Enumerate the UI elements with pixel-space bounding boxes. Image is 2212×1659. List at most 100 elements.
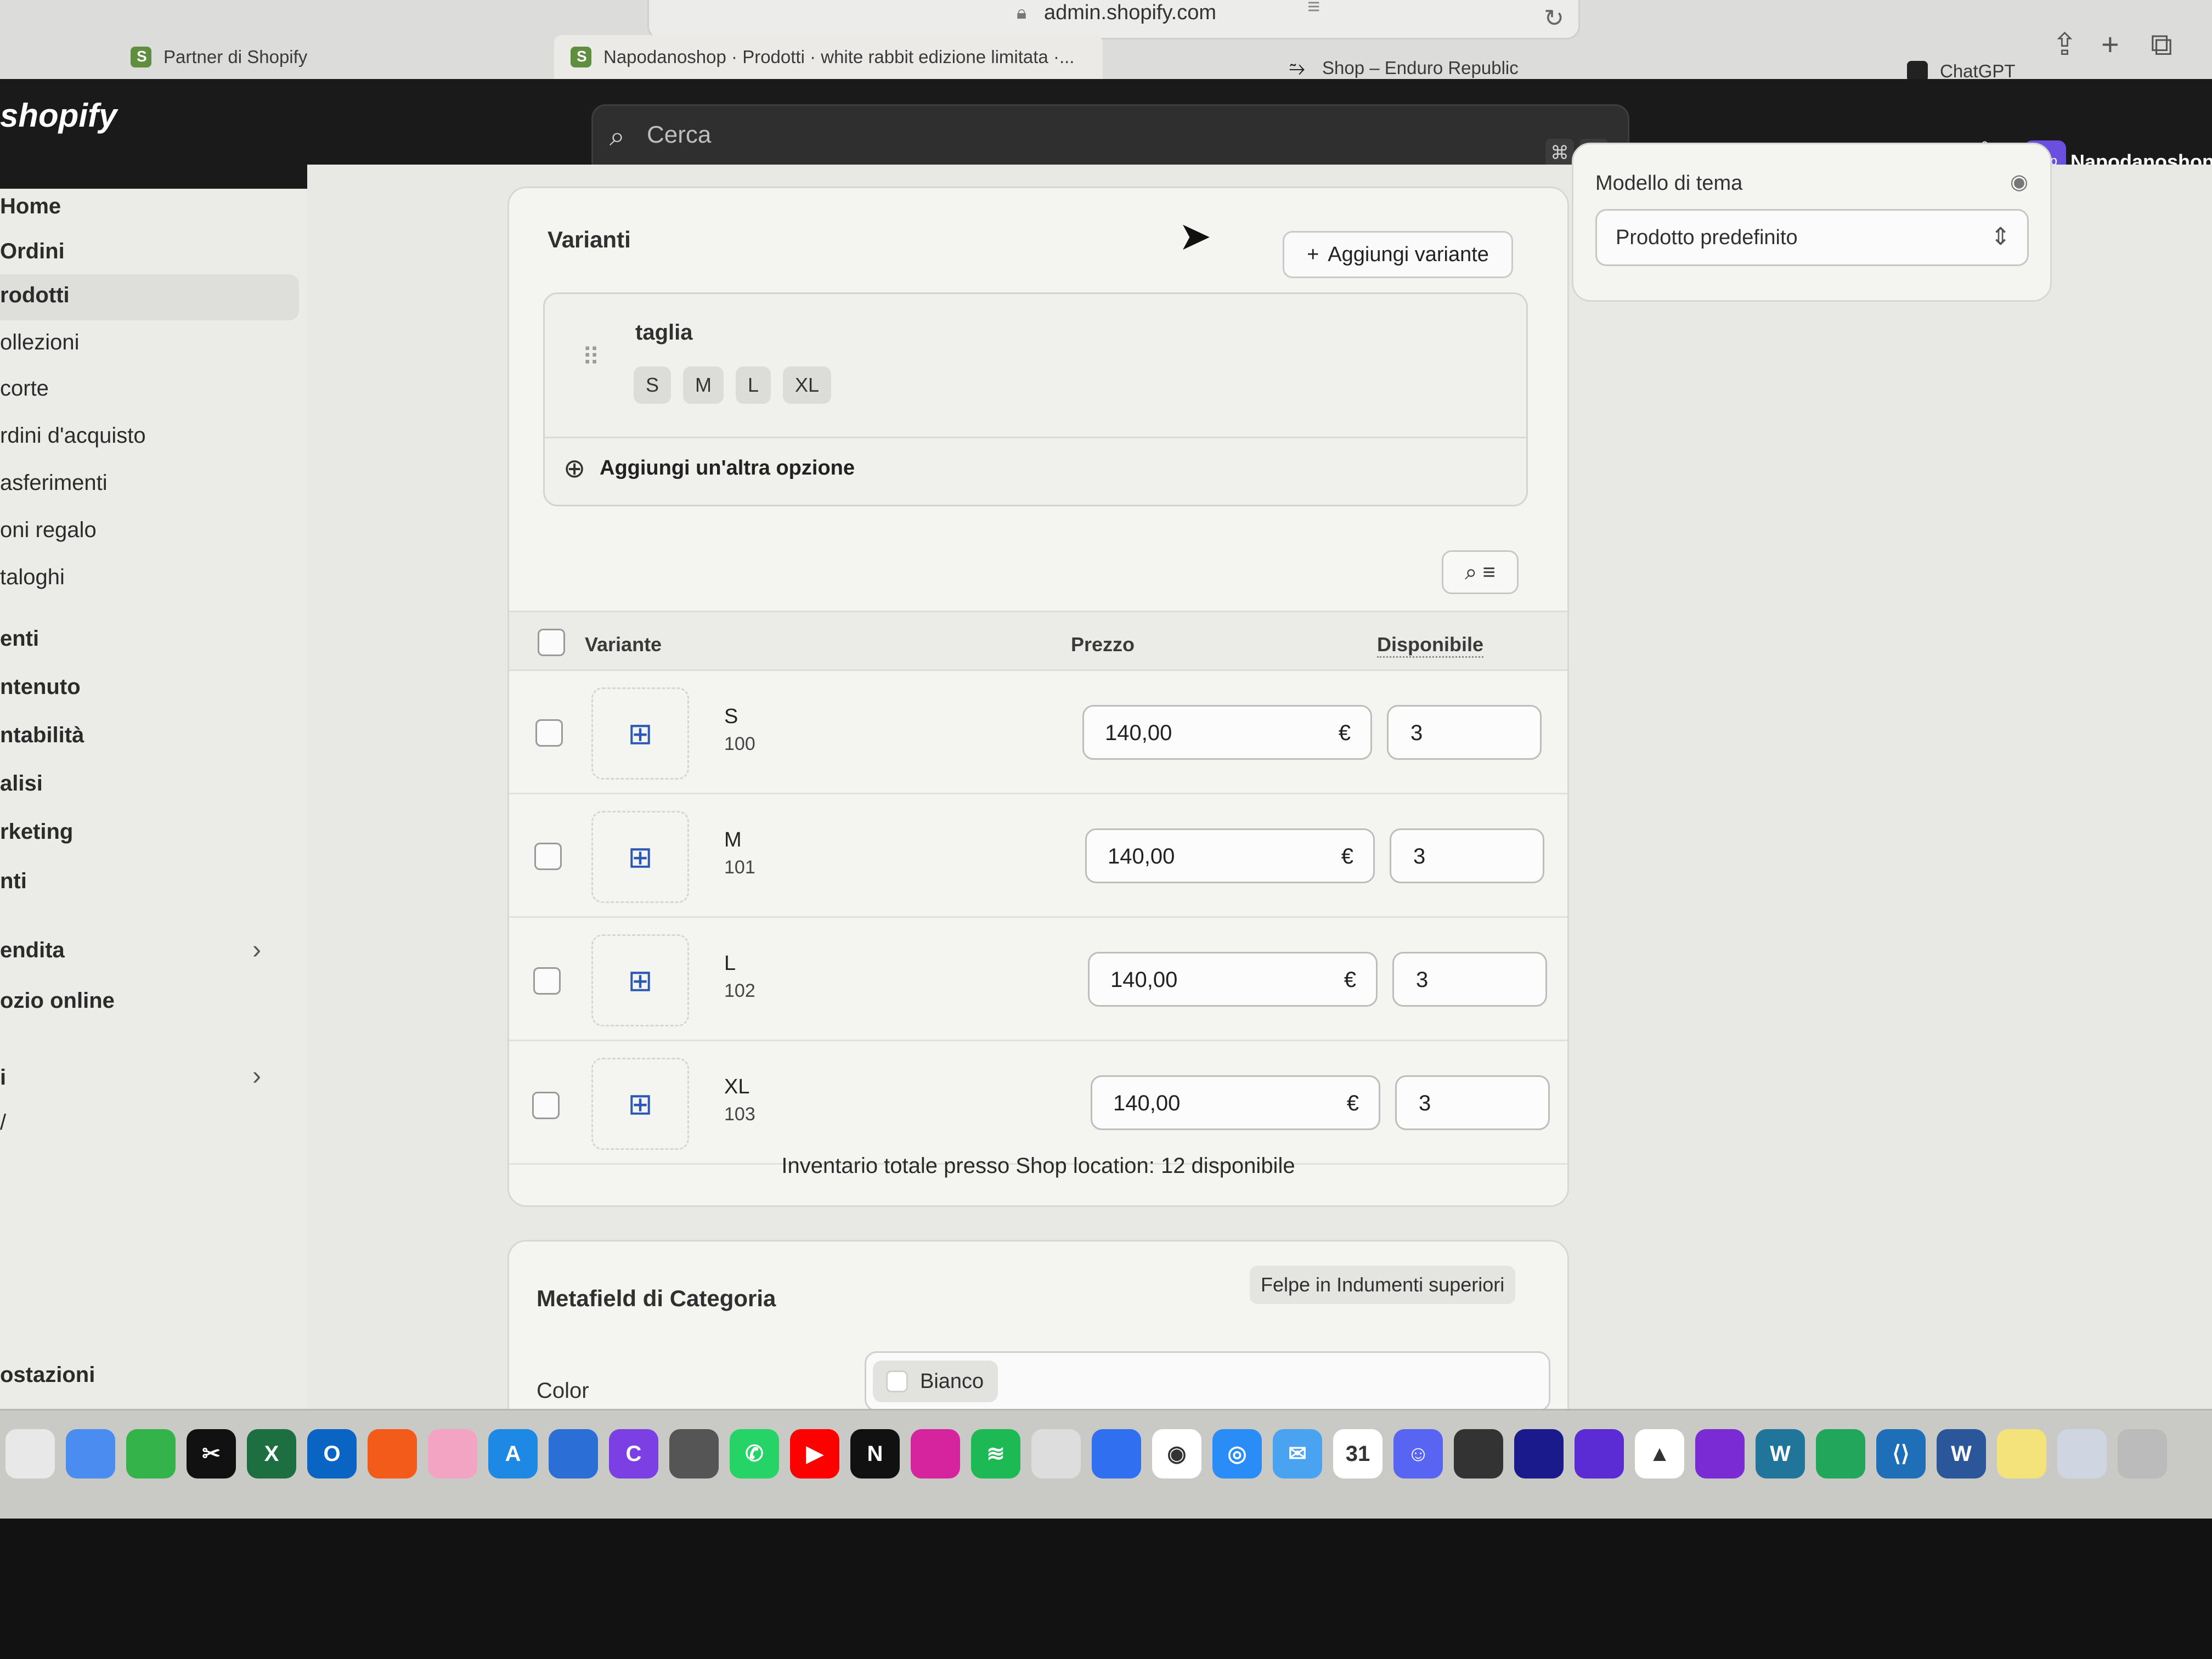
sidebar-item-home[interactable]: Home [0, 194, 61, 219]
sidebar-item-products[interactable]: rodotti [0, 274, 299, 320]
variant-name[interactable]: L [724, 952, 736, 975]
affinity-2-icon[interactable] [1695, 1429, 1745, 1479]
sidebar-item-sales-channels[interactable]: endita [0, 938, 65, 963]
webflow-icon[interactable] [1514, 1429, 1564, 1479]
variant-option[interactable]: ⠿ taglia S M L XL ⊕ Aggiungi un'altra op… [543, 292, 1528, 506]
add-image-icon[interactable]: ⊞ [591, 1058, 689, 1150]
app-store-icon[interactable]: A [488, 1429, 538, 1479]
shopify-logo[interactable]: shopify [0, 97, 117, 134]
theme-template-select[interactable]: Prodotto predefinito ⇕ [1595, 209, 2029, 266]
notion-icon[interactable] [1031, 1429, 1081, 1479]
table-row[interactable]: ⊞ S 100 140,00 € 3 [509, 671, 1567, 794]
table-row[interactable]: ⊞ XL 103 140,00 € 3 [509, 1041, 1567, 1165]
sidebar-item-catalogs[interactable]: taloghi [0, 565, 65, 590]
quantity-field[interactable]: 3 [1395, 1075, 1550, 1130]
notes-icon[interactable] [1997, 1429, 2046, 1479]
sidebar-item-collections[interactable]: ollezioni [0, 330, 80, 355]
quantity-field[interactable]: 3 [1392, 952, 1547, 1007]
keynote-icon[interactable] [549, 1429, 598, 1479]
sidebar-item-online-store[interactable]: ozio online [0, 989, 115, 1013]
capcut-icon[interactable]: ✂ [187, 1429, 236, 1479]
search-filter-button[interactable]: ⌕ ≡ [1442, 550, 1519, 594]
tab-partner[interactable]: Partner di Shopify [131, 35, 526, 79]
netflix-icon[interactable]: N [850, 1429, 900, 1479]
table-row[interactable]: ⊞ M 101 140,00 € 3 [509, 794, 1567, 918]
canva-icon[interactable]: C [609, 1429, 658, 1479]
sidebar-item-orders[interactable]: Ordini [0, 239, 65, 264]
variant-name[interactable]: M [724, 828, 742, 852]
sidebar-item-settings[interactable]: ostazioni [0, 1363, 95, 1387]
add-option-link[interactable]: Aggiungi un'altra opzione [600, 456, 855, 480]
outlook-icon[interactable]: O [307, 1429, 357, 1479]
price-field[interactable]: 140,00 € [1085, 828, 1375, 883]
drag-handle-icon[interactable]: ⠿ [582, 343, 600, 371]
color-value-chip[interactable]: Bianco [873, 1361, 998, 1402]
pages-icon[interactable] [1092, 1429, 1141, 1479]
vpn-icon[interactable] [1816, 1429, 1865, 1479]
row-checkbox[interactable] [535, 719, 563, 747]
chevron-right-icon[interactable]: › [252, 1061, 261, 1091]
plus-circle-icon[interactable]: ⊕ [563, 453, 585, 484]
reload-icon[interactable]: ↻ [1544, 4, 1564, 32]
sidebar-item-inventory[interactable]: corte [0, 376, 49, 401]
row-checkbox[interactable] [532, 1092, 560, 1119]
sidebar-item-gift-cards[interactable]: oni regalo [0, 518, 97, 543]
affinity-icon[interactable] [1575, 1429, 1624, 1479]
variant-name[interactable]: S [724, 705, 738, 729]
quantity-field[interactable]: 3 [1390, 828, 1544, 883]
row-checkbox[interactable] [533, 967, 561, 995]
discord-icon[interactable]: ☺ [1393, 1429, 1443, 1479]
spotify-icon[interactable]: ≋ [971, 1429, 1020, 1479]
eye-icon[interactable]: ◉ [2010, 170, 2028, 194]
youtube-icon[interactable]: ▶ [790, 1429, 839, 1479]
firefox-icon[interactable] [368, 1429, 417, 1479]
printer-icon[interactable] [2118, 1429, 2167, 1479]
sidebar-item-content[interactable]: ntenuto [0, 675, 81, 699]
chevron-right-icon[interactable]: › [252, 935, 261, 965]
variant-name[interactable]: XL [724, 1075, 749, 1099]
select-all-checkbox[interactable] [538, 629, 565, 656]
maps-icon[interactable] [66, 1429, 115, 1479]
sidebar-item-customers[interactable]: enti [0, 627, 39, 651]
calendar-icon[interactable]: 31 [1333, 1429, 1383, 1479]
column-header-available[interactable]: Disponibile [1377, 633, 1484, 658]
address-bar[interactable]: ≡ 🔒︎ admin.shopify.com ↻ [647, 0, 1580, 40]
facetime-icon[interactable] [126, 1429, 176, 1479]
chrome-icon[interactable]: ◉ [1152, 1429, 1201, 1479]
tab-products[interactable]: Napodanoshop · Prodotti · white rabbit e… [554, 35, 1103, 79]
instagram-icon[interactable] [911, 1429, 960, 1479]
price-field[interactable]: 140,00 € [1091, 1075, 1380, 1130]
mail-icon[interactable]: ✉ [1273, 1429, 1322, 1479]
sidebar-item-transfers[interactable]: asferimenti [0, 471, 108, 495]
vscode-icon[interactable]: ⟨⟩ [1876, 1429, 1926, 1479]
photos-icon[interactable] [428, 1429, 477, 1479]
launchpad-icon[interactable] [5, 1429, 55, 1479]
sidebar-item-more[interactable]: / [0, 1110, 6, 1135]
table-row[interactable]: ⊞ L 102 140,00 € 3 [509, 918, 1567, 1041]
quantity-field[interactable]: 3 [1387, 705, 1542, 760]
safari-icon[interactable]: ◎ [1212, 1429, 1262, 1479]
sidebar-toggle-icon[interactable]: ≡ [1307, 0, 1320, 19]
sidebar-item-discounts[interactable]: nti [0, 869, 27, 894]
script-icon[interactable] [1454, 1429, 1503, 1479]
color-field[interactable]: Bianco [865, 1351, 1550, 1412]
add-image-icon[interactable]: ⊞ [591, 811, 689, 903]
sidebar-item-apps[interactable]: i [0, 1065, 6, 1090]
sidebar-item-marketing[interactable]: rketing [0, 820, 73, 844]
excel-icon[interactable]: X [247, 1429, 296, 1479]
row-checkbox[interactable] [534, 843, 562, 870]
add-image-icon[interactable]: ⊞ [591, 934, 689, 1026]
settings-icon[interactable] [669, 1429, 719, 1479]
sidebar-item-finance[interactable]: ntabilità [0, 723, 84, 748]
drive-icon[interactable]: ▲ [1635, 1429, 1684, 1479]
url-text[interactable]: admin.shopify.com [1044, 1, 1216, 25]
whatsapp-icon[interactable]: ✆ [730, 1429, 779, 1479]
price-field[interactable]: 140,00 € [1082, 705, 1372, 760]
add-variant-button[interactable]: + Aggiungi variante [1283, 231, 1513, 278]
price-field[interactable]: 140,00 € [1088, 952, 1378, 1007]
sidebar-item-purchase-orders[interactable]: rdini d'acquisto [0, 424, 146, 448]
sidebar-item-analytics[interactable]: alisi [0, 771, 43, 796]
add-image-icon[interactable]: ⊞ [591, 687, 689, 780]
preview-icon[interactable] [2057, 1429, 2107, 1479]
word-icon[interactable]: W [1937, 1429, 1986, 1479]
